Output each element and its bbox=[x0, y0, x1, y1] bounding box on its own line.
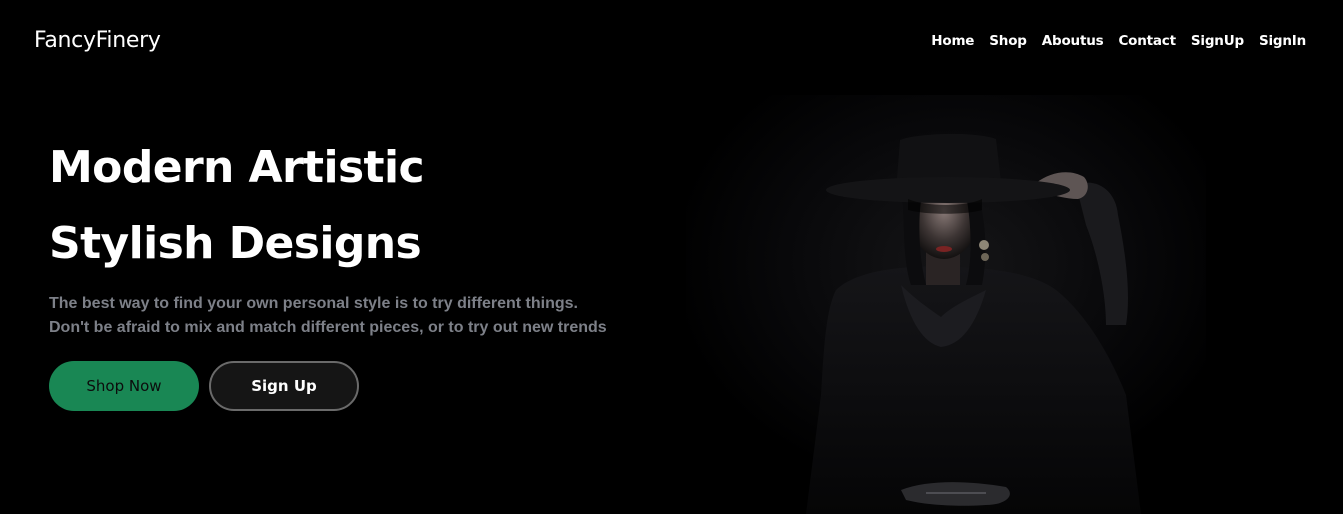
nav-aboutus[interactable]: Aboutus bbox=[1042, 33, 1104, 49]
nav-contact[interactable]: Contact bbox=[1118, 33, 1176, 49]
hero-description: The best way to find your own personal s… bbox=[49, 292, 607, 340]
nav-signup[interactable]: SignUp bbox=[1191, 33, 1244, 49]
hero-description-line-2: Don't be afraid to mix and match differe… bbox=[49, 319, 607, 336]
shop-now-button[interactable]: Shop Now bbox=[49, 361, 199, 411]
hero-model-image bbox=[686, 95, 1206, 514]
hero-title: Modern Artistic Stylish Designs bbox=[49, 130, 425, 282]
hero-title-line-1: Modern Artistic bbox=[49, 142, 425, 193]
main-nav: Home Shop Aboutus Contact SignUp SignIn bbox=[931, 33, 1306, 49]
sign-up-button[interactable]: Sign Up bbox=[209, 361, 359, 411]
nav-shop[interactable]: Shop bbox=[989, 33, 1027, 49]
nav-home[interactable]: Home bbox=[931, 33, 974, 49]
brand-logo[interactable]: FancyFinery bbox=[34, 28, 161, 53]
hero-title-line-2: Stylish Designs bbox=[49, 218, 422, 269]
hero-description-line-1: The best way to find your own personal s… bbox=[49, 295, 578, 312]
nav-signin[interactable]: SignIn bbox=[1259, 33, 1306, 49]
